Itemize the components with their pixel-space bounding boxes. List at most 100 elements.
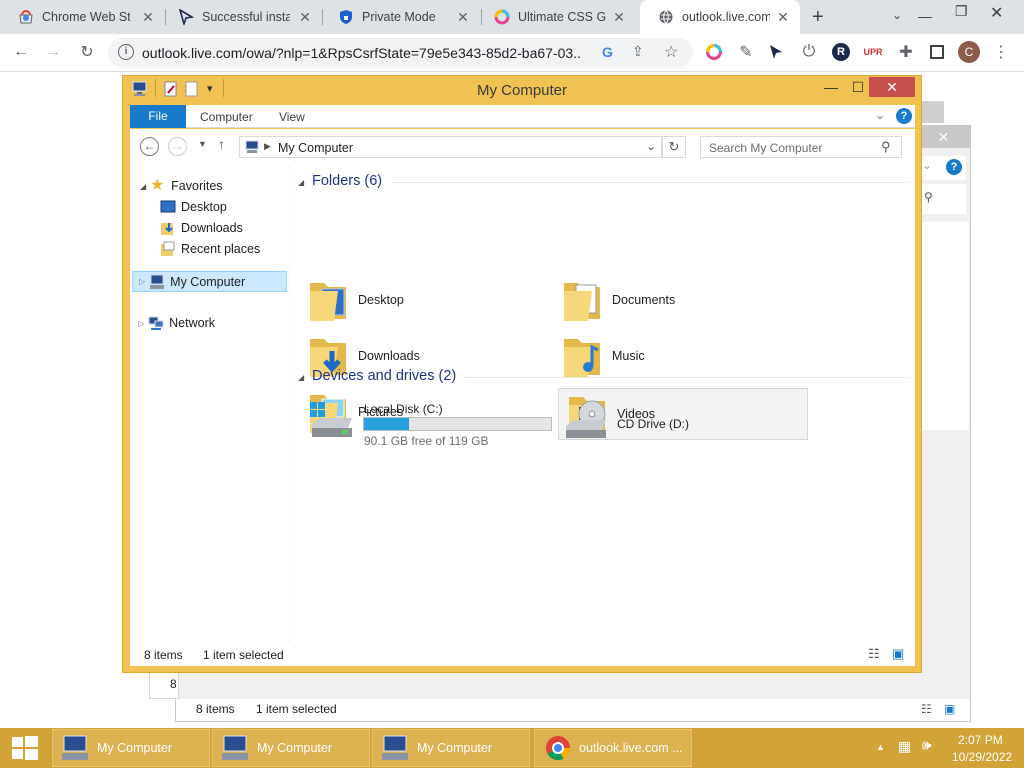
drive-d[interactable]: CD Drive (D:) (554, 386, 804, 446)
minimize-window-button[interactable]: — (817, 77, 845, 97)
group-divider (392, 182, 907, 183)
close-tab-icon[interactable]: ✕ (298, 10, 312, 24)
clock-date[interactable]: 10/29/2022 (952, 750, 1012, 764)
forward-nav-icon[interactable]: → (168, 137, 187, 156)
close-window-button[interactable]: ✕ (869, 77, 915, 97)
details-view-icon[interactable]: ☷ (868, 646, 880, 662)
close-tab-icon[interactable]: ✕ (776, 10, 790, 24)
power-icon[interactable]: ⏻ (798, 41, 820, 63)
taskbar-my-computer-2[interactable]: My Computer (212, 729, 370, 767)
folder-music[interactable]: Music (554, 330, 802, 382)
chrome-webstore-icon (19, 10, 33, 24)
bg-close-icon[interactable]: ✕ (916, 126, 971, 148)
volume-icon[interactable]: 🕪 (922, 737, 931, 754)
tab-outlook[interactable]: outlook.live.com ✕ (640, 0, 800, 34)
nav-favorites[interactable]: ◢ ★ Favorites (140, 176, 223, 196)
info-icon[interactable]: i (118, 44, 134, 60)
close-tab-icon[interactable]: ✕ (456, 10, 470, 24)
forward-arrow-icon[interactable]: → (42, 41, 64, 63)
folder-documents[interactable]: Documents (554, 274, 802, 326)
drive-c-usage-bar (363, 417, 552, 431)
show-hidden-icons-icon[interactable]: ▲ (876, 742, 885, 752)
chrome-icon (546, 736, 571, 761)
cursor-extension-icon[interactable] (765, 41, 787, 63)
window-titlebar[interactable]: ▾ My Computer — ☐ ✕ (123, 76, 921, 104)
tab-computer[interactable]: Computer (200, 110, 253, 124)
upr-extension-icon[interactable]: UPR (862, 41, 884, 63)
avatar[interactable]: C (958, 41, 980, 63)
recent-locations-chevron-icon[interactable]: ▼ (198, 139, 207, 149)
large-icons-view-icon[interactable]: ▣ (892, 646, 904, 662)
collapse-triangle-icon[interactable]: ◢ (140, 182, 146, 191)
start-button[interactable] (0, 728, 50, 768)
tab-view[interactable]: View (279, 110, 305, 124)
bg-large-icons-view-icon[interactable]: ▣ (944, 702, 955, 716)
puzzle-extensions-icon[interactable]: ✚ (895, 41, 917, 63)
refresh-icon[interactable]: ↻ (662, 136, 686, 158)
collapse-triangle-icon[interactable]: ◢ (298, 178, 304, 187)
back-nav-icon[interactable]: ← (140, 137, 159, 156)
collapse-triangle-icon[interactable]: ◢ (298, 373, 304, 382)
expand-triangle-icon[interactable]: ▷ (139, 277, 145, 286)
new-tab-button[interactable]: + (812, 6, 824, 29)
expand-triangle-icon[interactable]: ▷ (138, 319, 144, 328)
bookmark-star-icon[interactable]: ☆ (664, 42, 678, 62)
close-window-icon[interactable]: ✕ (990, 3, 1003, 23)
devices-group-header[interactable]: Devices and drives (2) (312, 368, 456, 384)
clock-time[interactable]: 2:07 PM (958, 733, 1003, 747)
close-tab-icon[interactable]: ✕ (612, 10, 626, 24)
tab-chrome-web-store[interactable]: Chrome Web Sto ✕ (0, 0, 165, 34)
bg-help-icon[interactable]: ? (946, 159, 962, 175)
side-panel-icon[interactable] (926, 41, 948, 63)
group-divider (465, 377, 907, 378)
drive-c[interactable]: Local Disk (C:) 90.1 GB free of 119 GB (300, 386, 560, 448)
explorer-window[interactable]: ▾ My Computer — ☐ ✕ File Computer View ⌄… (122, 75, 922, 673)
r-extension-icon[interactable]: R (830, 41, 852, 63)
bg-status-items: 8 items (196, 702, 235, 716)
tab-file[interactable]: File (130, 105, 186, 128)
taskbar-chrome[interactable]: outlook.live.com ... (534, 729, 692, 767)
taskbar-my-computer-1[interactable]: My Computer (52, 729, 210, 767)
color-ring-extension-icon[interactable] (703, 41, 725, 63)
tab-css-gradient[interactable]: Ultimate CSS Gra ✕ (476, 0, 636, 34)
bg-chevron-icon[interactable]: ⌄ (922, 158, 932, 172)
up-arrow-icon[interactable]: ↑ (218, 136, 225, 152)
taskbar-my-computer-3[interactable]: My Computer (372, 729, 530, 767)
folder-desktop[interactable]: Desktop (300, 274, 548, 326)
share-icon[interactable]: ⇪ (632, 43, 644, 60)
bg-search-icon[interactable]: ⚲ (924, 190, 933, 204)
address-bar[interactable]: ▶ My Computer ⌄ (239, 136, 662, 158)
network-tray-icon[interactable]: ▦ (898, 738, 911, 755)
nav-my-computer[interactable]: ▷ My Computer (132, 271, 287, 292)
breadcrumb-chevron-icon[interactable]: ▶ (264, 141, 271, 152)
address-dropdown-icon[interactable]: ⌄ (646, 139, 656, 153)
tab-successful-install[interactable]: Successful installa ✕ (160, 0, 322, 34)
folders-group-header[interactable]: Folders (6) (312, 173, 382, 189)
maximize-window-button[interactable]: ☐ (844, 77, 872, 97)
network-icon (148, 316, 164, 330)
eyedropper-icon[interactable]: ✎ (735, 41, 757, 63)
help-icon[interactable]: ? (896, 108, 912, 124)
search-icon[interactable]: ⚲ (881, 139, 891, 155)
breadcrumb[interactable]: My Computer (278, 141, 353, 155)
tab-private-mode[interactable]: Private Mode ✕ (320, 0, 480, 34)
nav-network[interactable]: ▷ Network (138, 313, 215, 333)
bg-details-view-icon[interactable]: ☷ (921, 702, 932, 716)
menu-kebab-icon[interactable]: ⋮ (990, 41, 1012, 63)
expand-ribbon-chevron-icon[interactable]: ⌄ (875, 108, 885, 122)
nav-recent-places[interactable]: Recent places (160, 239, 260, 259)
google-translate-icon[interactable]: G (602, 44, 613, 60)
tab-search-chevron-icon[interactable]: ⌄ (892, 8, 902, 22)
close-tab-icon[interactable]: ✕ (141, 10, 155, 24)
back-arrow-icon[interactable]: ← (10, 41, 32, 63)
minimize-icon[interactable]: — (918, 8, 932, 24)
restore-icon[interactable]: ❐ (955, 3, 968, 20)
reload-icon[interactable]: ↻ (76, 41, 98, 63)
url-text: outlook.live.com/owa/?nlp=1&RpsCsrfState… (142, 45, 582, 61)
omnibox[interactable]: i outlook.live.com/owa/?nlp=1&RpsCsrfSta… (108, 38, 693, 68)
search-input[interactable]: Search My Computer ⚲ (700, 136, 902, 158)
star-icon: ★ (150, 177, 165, 194)
nav-downloads[interactable]: Downloads (160, 218, 243, 238)
nav-desktop[interactable]: Desktop (160, 197, 227, 217)
status-items-count: 8 items (144, 648, 183, 662)
